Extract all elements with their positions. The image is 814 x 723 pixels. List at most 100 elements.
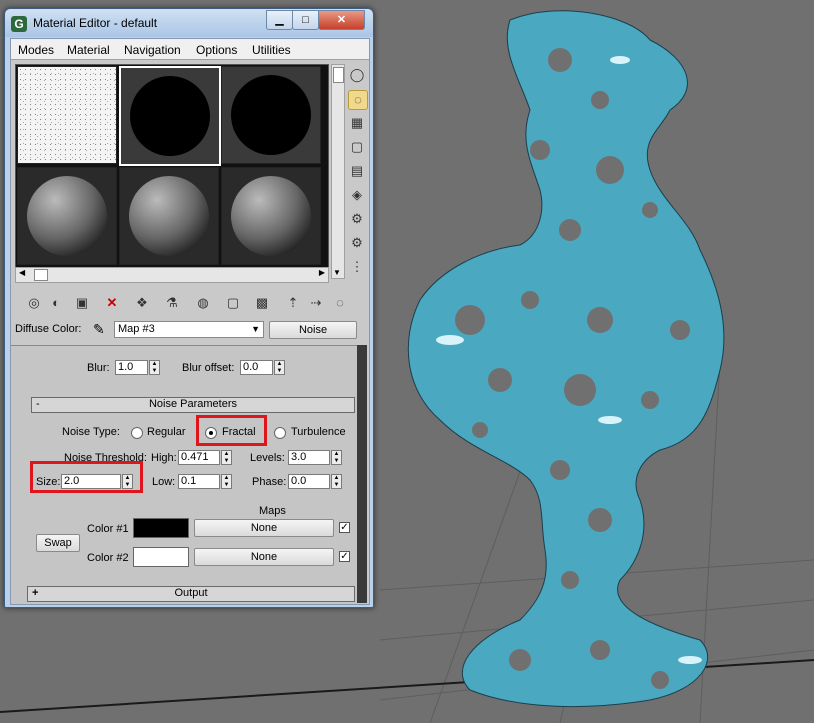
color2-swatch[interactable]: [133, 547, 189, 567]
noise-parameters-rollout-header[interactable]: - Noise Parameters: [31, 397, 355, 413]
put-to-scene-icon[interactable]: ◐: [47, 294, 65, 312]
sample-uv-tiling-icon[interactable]: ▢: [348, 138, 366, 156]
put-to-library-icon[interactable]: ⚗: [163, 294, 181, 312]
backlight-icon[interactable]: ◌: [348, 90, 368, 110]
black-sphere-icon: [231, 75, 311, 155]
pick-material-icon[interactable]: ◌: [331, 294, 349, 312]
scroll-down-icon[interactable]: ▼: [333, 268, 341, 277]
slots-horizontal-scrollbar[interactable]: ◀ ▶: [15, 267, 329, 283]
low-label: Low:: [152, 476, 176, 488]
output-title: Output: [174, 587, 208, 599]
size-spinner[interactable]: 2.0 ▲ ▼: [61, 474, 135, 489]
size-label: Size:: [36, 476, 61, 488]
sample-slots: [15, 64, 329, 268]
background-checker-icon[interactable]: ▦: [348, 114, 366, 132]
size-value[interactable]: 2.0: [61, 474, 121, 489]
video-color-check-icon[interactable]: ▤: [348, 162, 366, 180]
select-by-material-icon[interactable]: ⚙: [348, 234, 366, 252]
make-preview-icon[interactable]: ◈: [348, 186, 366, 204]
cyan-noise-mesh: [407, 10, 725, 708]
slots-vertical-scrollbar[interactable]: ▼: [331, 64, 345, 279]
radio-fractal[interactable]: [205, 427, 217, 439]
spinner-arrows-icon[interactable]: ▲ ▼: [122, 474, 133, 489]
make-unique-icon[interactable]: ❖: [133, 294, 151, 312]
color2-label: Color #2: [87, 552, 129, 564]
low-spinner[interactable]: 0.1 ▲ ▼: [178, 474, 232, 489]
color2-map-button[interactable]: None: [194, 548, 334, 566]
menu-material[interactable]: Material: [67, 43, 110, 57]
menu-utilities[interactable]: Utilities: [252, 43, 291, 57]
scroll-left-icon[interactable]: ◀: [19, 268, 25, 277]
regular-label[interactable]: Regular: [147, 426, 186, 438]
spinner-arrows-icon[interactable]: ▲ ▼: [221, 450, 232, 465]
menu-options[interactable]: Options: [196, 43, 237, 57]
levels-value[interactable]: 3.0: [288, 450, 330, 465]
map-name-text: Map #3: [118, 323, 155, 335]
high-spinner[interactable]: 0.471 ▲ ▼: [178, 450, 232, 465]
material-id-channel-icon[interactable]: ◍: [194, 294, 212, 312]
editor-client: Modes Material Navigation Options Utilit…: [10, 38, 370, 605]
color1-swatch[interactable]: [133, 518, 189, 538]
go-to-parent-icon[interactable]: ⇡: [284, 294, 302, 312]
maximize-button[interactable]: □: [292, 10, 319, 30]
title-bar[interactable]: G Material Editor - default ▁ □ ✕: [5, 9, 373, 37]
output-rollout-header[interactable]: + Output: [27, 586, 355, 602]
blur-offset-value[interactable]: 0.0: [240, 360, 273, 375]
get-material-icon[interactable]: ◎: [25, 294, 43, 312]
phase-spinner[interactable]: 0.0 ▲ ▼: [288, 474, 342, 489]
fractal-label[interactable]: Fractal: [222, 426, 256, 438]
assign-to-selection-icon[interactable]: ▣: [73, 294, 91, 312]
panel-scrollbar[interactable]: [357, 345, 367, 603]
color1-map-checkbox[interactable]: ✓: [339, 522, 350, 533]
eyedropper-icon[interactable]: ✎: [93, 321, 105, 338]
map-type-button[interactable]: Noise: [269, 321, 357, 339]
sample-slot-3[interactable]: [221, 66, 321, 164]
spinner-arrows-icon[interactable]: ▲ ▼: [331, 450, 342, 465]
grey-sphere-icon: [129, 176, 209, 256]
phase-value[interactable]: 0.0: [288, 474, 330, 489]
turbulence-label[interactable]: Turbulence: [291, 426, 346, 438]
color1-label: Color #1: [87, 523, 129, 535]
swap-button[interactable]: Swap: [36, 534, 80, 552]
menu-modes[interactable]: Modes: [18, 43, 54, 57]
blur-offset-spinner[interactable]: 0.0 ▲ ▼: [240, 360, 286, 375]
rollout-collapse-icon: -: [36, 398, 40, 410]
grey-sphere-icon: [27, 176, 107, 256]
material-map-navigator-icon[interactable]: ⋮: [348, 258, 366, 276]
scroll-thumb[interactable]: [333, 67, 344, 83]
high-value[interactable]: 0.471: [178, 450, 220, 465]
spinner-arrows-icon[interactable]: ▲ ▼: [274, 360, 285, 375]
dropdown-arrow-icon[interactable]: ▼: [251, 322, 260, 337]
reset-map-icon[interactable]: ✕: [103, 294, 121, 312]
scroll-thumb[interactable]: [34, 269, 48, 281]
scroll-right-icon[interactable]: ▶: [319, 268, 325, 277]
sample-slot-2[interactable]: [119, 66, 221, 166]
spinner-arrows-icon[interactable]: ▲ ▼: [331, 474, 342, 489]
diffuse-color-label: Diffuse Color:: [15, 323, 82, 335]
show-end-result-icon[interactable]: ▩: [253, 294, 271, 312]
minimize-button[interactable]: ▁: [266, 10, 293, 30]
options-icon[interactable]: ⚙: [348, 210, 366, 228]
levels-spinner[interactable]: 3.0 ▲ ▼: [288, 450, 342, 465]
blur-value[interactable]: 1.0: [115, 360, 148, 375]
go-forward-to-sibling-icon[interactable]: ⇢: [307, 294, 325, 312]
sample-slot-5[interactable]: [119, 167, 219, 265]
close-button[interactable]: ✕: [318, 10, 365, 30]
sample-type-sphere-icon[interactable]: ◯: [348, 66, 366, 84]
radio-regular[interactable]: [131, 427, 143, 439]
menu-navigation[interactable]: Navigation: [124, 43, 181, 57]
spinner-arrows-icon[interactable]: ▲ ▼: [221, 474, 232, 489]
color2-map-checkbox[interactable]: ✓: [339, 551, 350, 562]
phase-label: Phase:: [252, 476, 287, 488]
show-shaded-material-icon[interactable]: ▢: [224, 294, 242, 312]
spinner-arrows-icon[interactable]: ▲ ▼: [149, 360, 160, 375]
sample-slot-4[interactable]: [17, 167, 117, 265]
map-name-field[interactable]: Map #3 ▼: [114, 321, 264, 338]
low-value[interactable]: 0.1: [178, 474, 220, 489]
sample-slot-6[interactable]: [221, 167, 321, 265]
radio-turbulence[interactable]: [274, 427, 286, 439]
blur-spinner[interactable]: 1.0 ▲ ▼: [115, 360, 161, 375]
sample-slot-1[interactable]: [17, 66, 117, 164]
black-sphere-icon: [130, 76, 210, 156]
color1-map-button[interactable]: None: [194, 519, 334, 537]
